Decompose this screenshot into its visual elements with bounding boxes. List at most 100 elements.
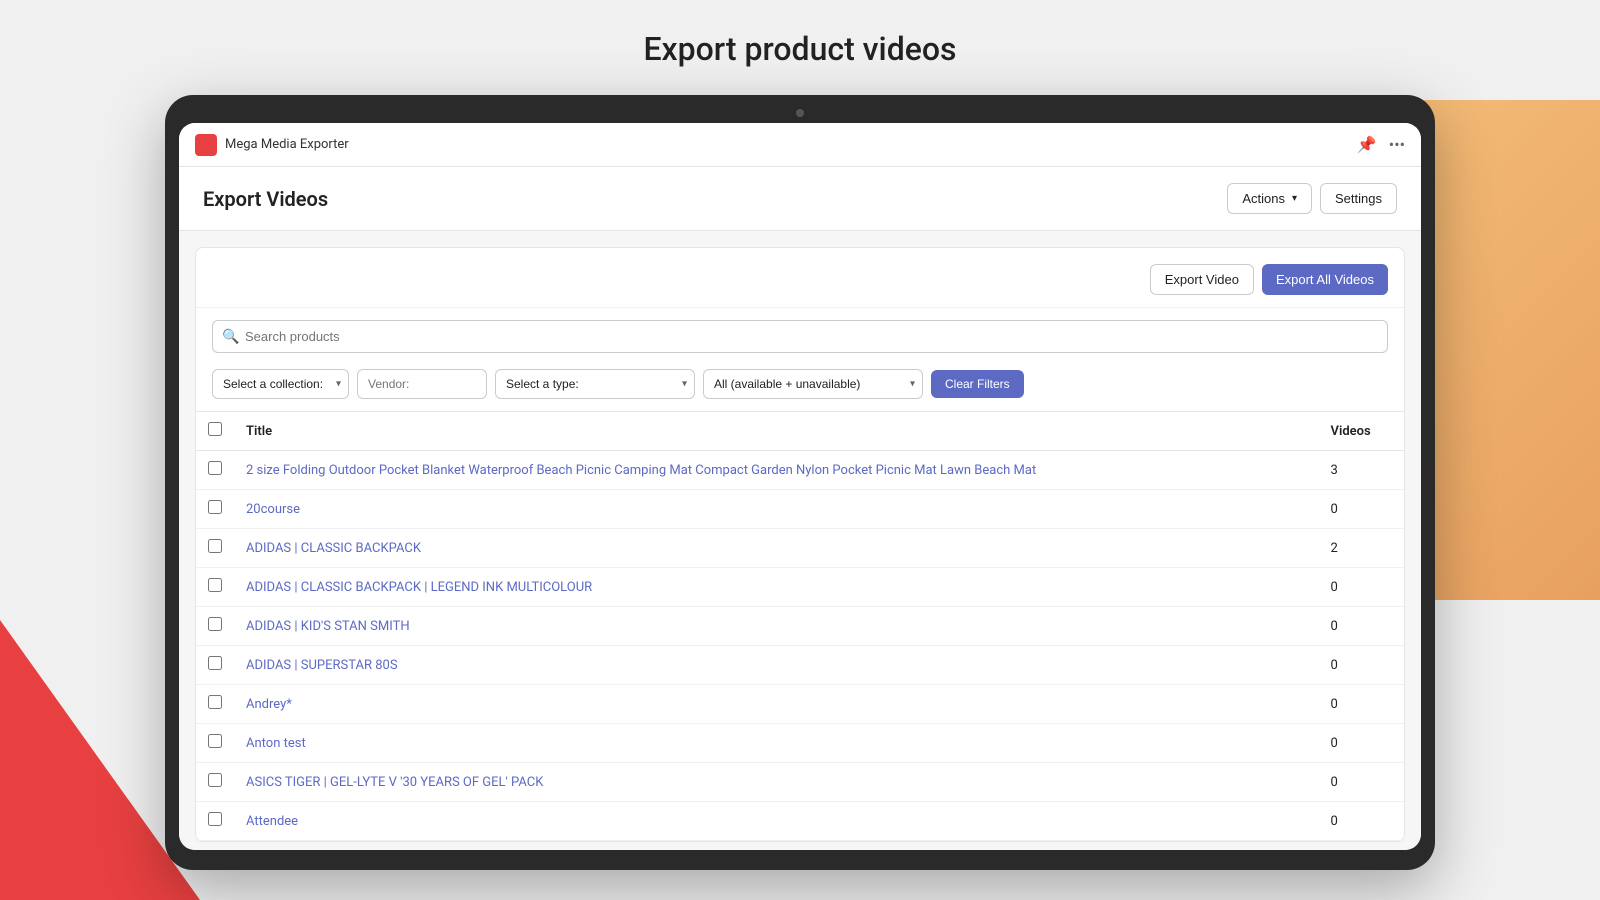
- search-input[interactable]: [212, 320, 1388, 353]
- row-checkbox-2[interactable]: [208, 539, 222, 553]
- page-title: Export product videos: [0, 30, 1600, 68]
- row-videos-cell: 2: [1319, 529, 1405, 568]
- row-title-cell: Andrey*: [234, 685, 1319, 724]
- row-checkbox-7[interactable]: [208, 734, 222, 748]
- row-checkbox-cell: [196, 802, 234, 841]
- table-row: ADIDAS | SUPERSTAR 80S 0: [196, 646, 1404, 685]
- row-checkbox-3[interactable]: [208, 578, 222, 592]
- table-body: 2 size Folding Outdoor Pocket Blanket Wa…: [196, 451, 1404, 841]
- row-videos-cell: 0: [1319, 724, 1405, 763]
- actions-chevron-icon: ▾: [1292, 193, 1297, 204]
- row-title-cell: 20course: [234, 490, 1319, 529]
- product-link-8[interactable]: ASICS TIGER | GEL-LYTE V '30 YEARS OF GE…: [246, 775, 543, 790]
- product-link-6[interactable]: Andrey*: [246, 697, 292, 712]
- row-checkbox-cell: [196, 607, 234, 646]
- collection-filter-wrapper: Select a collection:: [212, 369, 349, 399]
- product-link-1[interactable]: 20course: [246, 502, 300, 517]
- table-header-checkbox-cell: [196, 412, 234, 451]
- export-all-videos-button[interactable]: Export All Videos: [1262, 264, 1388, 295]
- product-link-0[interactable]: 2 size Folding Outdoor Pocket Blanket Wa…: [246, 463, 1036, 478]
- availability-filter-wrapper: All (available + unavailable): [703, 369, 923, 399]
- product-link-9[interactable]: Attendee: [246, 814, 298, 829]
- product-link-5[interactable]: ADIDAS | SUPERSTAR 80S: [246, 658, 398, 673]
- export-video-button[interactable]: Export Video: [1150, 264, 1254, 295]
- table-row: 20course 0: [196, 490, 1404, 529]
- app-name-label: Mega Media Exporter: [225, 137, 1357, 152]
- page-header-title: Export Videos: [203, 187, 328, 211]
- row-checkbox-0[interactable]: [208, 461, 222, 475]
- availability-filter[interactable]: All (available + unavailable): [703, 369, 923, 399]
- product-link-7[interactable]: Anton test: [246, 736, 306, 751]
- row-videos-cell: 0: [1319, 490, 1405, 529]
- table-row: ASICS TIGER | GEL-LYTE V '30 YEARS OF GE…: [196, 763, 1404, 802]
- actions-button[interactable]: Actions ▾: [1227, 183, 1312, 214]
- table-header-row: Title Videos: [196, 412, 1404, 451]
- row-checkbox-cell: [196, 490, 234, 529]
- table-row: Anton test 0: [196, 724, 1404, 763]
- search-area: 🔍: [196, 308, 1404, 361]
- row-videos-cell: 0: [1319, 646, 1405, 685]
- product-link-3[interactable]: ADIDAS | CLASSIC BACKPACK | LEGEND INK M…: [246, 580, 592, 595]
- table-row: ADIDAS | CLASSIC BACKPACK | LEGEND INK M…: [196, 568, 1404, 607]
- row-checkbox-5[interactable]: [208, 656, 222, 670]
- collection-filter[interactable]: Select a collection:: [212, 369, 349, 399]
- app-logo: [195, 134, 217, 156]
- select-all-checkbox[interactable]: [208, 422, 222, 436]
- row-title-cell: ADIDAS | CLASSIC BACKPACK | LEGEND INK M…: [234, 568, 1319, 607]
- row-checkbox-cell: [196, 451, 234, 490]
- row-title-cell: Attendee: [234, 802, 1319, 841]
- row-checkbox-6[interactable]: [208, 695, 222, 709]
- filters-area: Select a collection: Select a type: All …: [196, 361, 1404, 411]
- row-checkbox-1[interactable]: [208, 500, 222, 514]
- pin-icon[interactable]: 📌: [1357, 135, 1377, 154]
- search-icon: 🔍: [222, 329, 239, 345]
- app-header: Mega Media Exporter 📌 •••: [179, 123, 1421, 167]
- row-videos-cell: 0: [1319, 607, 1405, 646]
- row-title-cell: ADIDAS | CLASSIC BACKPACK: [234, 529, 1319, 568]
- clear-filters-button[interactable]: Clear Filters: [931, 370, 1024, 398]
- row-checkbox-cell: [196, 529, 234, 568]
- tablet-screen: Mega Media Exporter 📌 ••• Export Videos …: [179, 123, 1421, 850]
- row-videos-cell: 0: [1319, 568, 1405, 607]
- row-videos-cell: 0: [1319, 802, 1405, 841]
- table-row: ADIDAS | KID'S STAN SMITH 0: [196, 607, 1404, 646]
- row-checkbox-4[interactable]: [208, 617, 222, 631]
- app-header-icons: 📌 •••: [1357, 135, 1405, 154]
- type-filter[interactable]: Select a type:: [495, 369, 695, 399]
- product-link-4[interactable]: ADIDAS | KID'S STAN SMITH: [246, 619, 410, 634]
- row-title-cell: Anton test: [234, 724, 1319, 763]
- row-title-cell: 2 size Folding Outdoor Pocket Blanket Wa…: [234, 451, 1319, 490]
- row-videos-cell: 3: [1319, 451, 1405, 490]
- row-title-cell: ASICS TIGER | GEL-LYTE V '30 YEARS OF GE…: [234, 763, 1319, 802]
- page-title-area: Export product videos: [0, 30, 1600, 68]
- tablet-camera: [796, 109, 804, 117]
- product-link-2[interactable]: ADIDAS | CLASSIC BACKPACK: [246, 541, 421, 556]
- row-videos-cell: 0: [1319, 685, 1405, 724]
- row-checkbox-cell: [196, 685, 234, 724]
- table-row: 2 size Folding Outdoor Pocket Blanket Wa…: [196, 451, 1404, 490]
- tablet-frame: Mega Media Exporter 📌 ••• Export Videos …: [165, 95, 1435, 870]
- type-filter-wrapper: Select a type:: [495, 369, 695, 399]
- row-videos-cell: 0: [1319, 763, 1405, 802]
- table-row: Attendee 0: [196, 802, 1404, 841]
- page-header: Export Videos Actions ▾ Settings: [179, 167, 1421, 231]
- row-checkbox-9[interactable]: [208, 812, 222, 826]
- search-input-wrapper: 🔍: [212, 320, 1388, 353]
- more-options-icon[interactable]: •••: [1389, 135, 1405, 154]
- row-checkbox-cell: [196, 568, 234, 607]
- table-row: Andrey* 0: [196, 685, 1404, 724]
- row-checkbox-8[interactable]: [208, 773, 222, 787]
- row-checkbox-cell: [196, 724, 234, 763]
- products-table: Title Videos 2 size Folding Outdoor Pock…: [196, 411, 1404, 841]
- row-checkbox-cell: [196, 646, 234, 685]
- row-title-cell: ADIDAS | SUPERSTAR 80S: [234, 646, 1319, 685]
- table-header-videos: Videos: [1319, 412, 1405, 451]
- row-title-cell: ADIDAS | KID'S STAN SMITH: [234, 607, 1319, 646]
- row-checkbox-cell: [196, 763, 234, 802]
- vendor-filter-input[interactable]: [357, 369, 487, 399]
- main-content: Export Videos Actions ▾ Settings Export …: [179, 167, 1421, 850]
- page-header-actions: Actions ▾ Settings: [1227, 183, 1397, 214]
- content-panel: Export Video Export All Videos 🔍 Select …: [195, 247, 1405, 842]
- settings-button[interactable]: Settings: [1320, 183, 1397, 214]
- table-header-title: Title: [234, 412, 1319, 451]
